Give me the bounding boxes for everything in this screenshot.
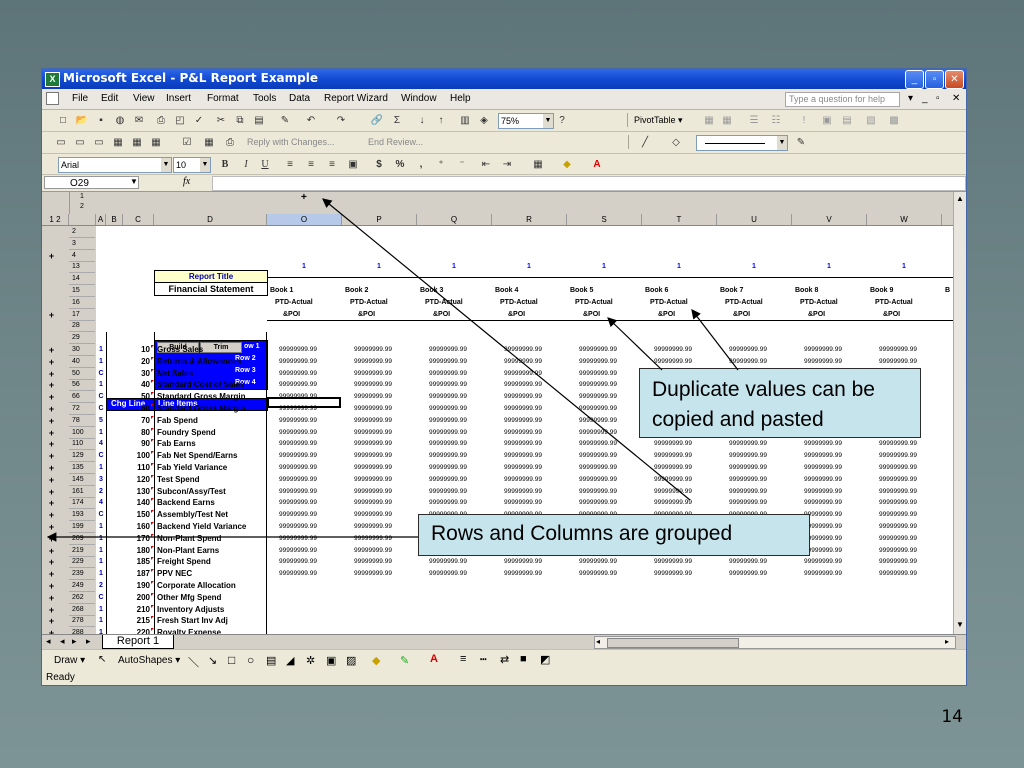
arrow-to-duplicate-2: [691, 309, 739, 371]
slide-number: 14: [941, 707, 963, 727]
annotation-arrows: [46, 198, 739, 542]
arrow-to-duplicate-1: [607, 317, 663, 371]
arrow-to-column-group: [322, 198, 691, 501]
